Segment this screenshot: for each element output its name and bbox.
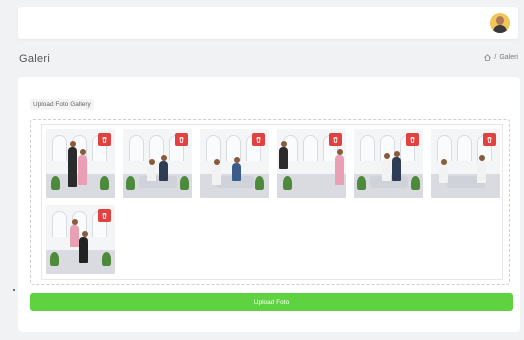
avatar-face — [496, 16, 504, 25]
gallery-photo[interactable] — [431, 129, 500, 198]
breadcrumb-separator: / — [494, 54, 497, 61]
gallery-upload-label: Upload Foto Gallery — [30, 99, 94, 110]
delete-photo-button[interactable] — [406, 133, 419, 146]
gallery-dropzone[interactable] — [30, 119, 510, 285]
page-title: Galeri — [19, 53, 51, 65]
delete-photo-button[interactable] — [483, 133, 496, 146]
gallery-photo[interactable] — [46, 129, 115, 198]
gallery-photo[interactable] — [123, 129, 192, 198]
trash-icon — [102, 136, 107, 143]
gallery-grid — [41, 124, 503, 280]
scroll-indicator — [13, 289, 15, 291]
upload-photo-button[interactable]: Upload Foto — [30, 293, 513, 311]
top-navbar — [18, 7, 518, 39]
trash-icon — [179, 136, 184, 143]
home-icon[interactable] — [484, 54, 492, 61]
delete-photo-button[interactable] — [329, 133, 342, 146]
avatar-body — [493, 25, 507, 33]
gallery-card: Upload Foto Gallery Upload Foto — [18, 77, 520, 332]
user-avatar[interactable] — [490, 13, 510, 33]
gallery-photo[interactable] — [354, 129, 423, 198]
breadcrumb-current: Galeri — [499, 54, 518, 61]
delete-photo-button[interactable] — [252, 133, 265, 146]
delete-photo-button[interactable] — [98, 209, 111, 222]
gallery-photo[interactable] — [46, 205, 115, 274]
trash-icon — [410, 136, 415, 143]
trash-icon — [333, 136, 338, 143]
trash-icon — [256, 136, 261, 143]
gallery-photo[interactable] — [277, 129, 346, 198]
gallery-photo[interactable] — [200, 129, 269, 198]
trash-icon — [487, 136, 492, 143]
breadcrumb: / Galeri — [484, 54, 518, 61]
delete-photo-button[interactable] — [98, 133, 111, 146]
delete-photo-button[interactable] — [175, 133, 188, 146]
trash-icon — [102, 212, 107, 219]
